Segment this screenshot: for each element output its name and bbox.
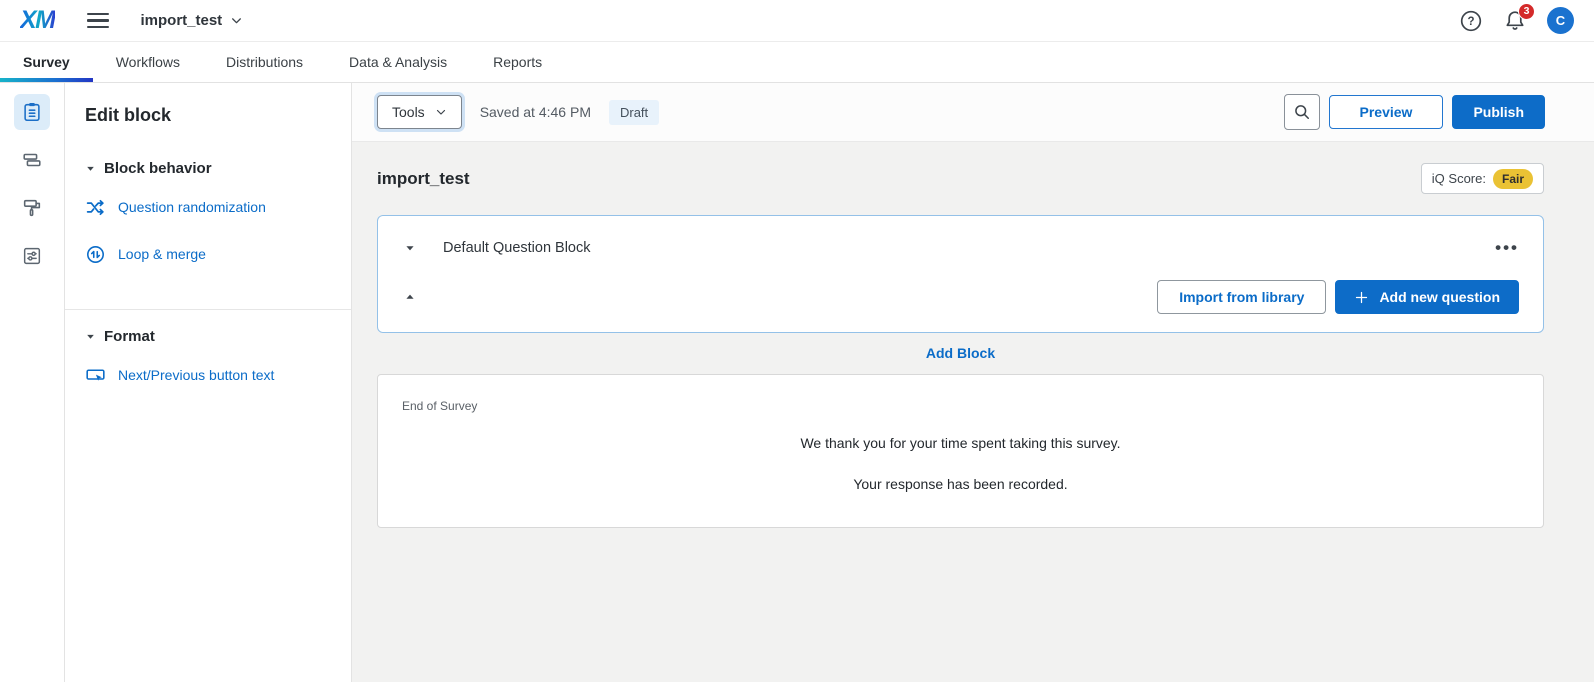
tools-label: Tools (392, 104, 425, 120)
rail-item-blocks[interactable] (14, 142, 50, 178)
status-badge: Draft (609, 100, 659, 125)
end-of-survey-message-1: We thank you for your time spent taking … (402, 435, 1519, 451)
add-new-question-button[interactable]: Add new question (1335, 280, 1519, 314)
sidebar-title: Edit block (65, 105, 351, 126)
app-header: XM import_test ? 3 C (0, 0, 1594, 42)
button-text-icon (85, 365, 106, 386)
survey-content: import_test iQ Score: Fair Default Quest… (352, 142, 1594, 528)
iq-score-label: iQ Score: (1432, 171, 1486, 186)
survey-name-dropdown[interactable]: import_test (141, 12, 244, 29)
caret-up-icon (404, 291, 416, 303)
preview-button[interactable]: Preview (1329, 95, 1444, 129)
tab-data-analysis[interactable]: Data & Analysis (326, 42, 470, 82)
help-button[interactable]: ? (1459, 9, 1483, 33)
tools-dropdown[interactable]: Tools (377, 95, 462, 129)
search-button[interactable] (1284, 94, 1320, 130)
end-of-survey-card[interactable]: End of Survey We thank you for your time… (377, 374, 1544, 528)
collapse-block-button[interactable] (404, 242, 416, 254)
link-next-previous-button-text[interactable]: Next/Previous button text (85, 365, 331, 386)
notifications-button[interactable]: 3 (1503, 9, 1527, 33)
section-header-format[interactable]: Format (85, 328, 331, 345)
rail-item-survey-options[interactable] (14, 238, 50, 274)
paint-roller-icon (21, 197, 43, 219)
publish-button[interactable]: Publish (1452, 95, 1545, 129)
link-question-randomization[interactable]: Question randomization (85, 197, 331, 218)
section-block-behavior: Block behavior Question randomization Lo… (65, 160, 351, 297)
editor-toolbar: Tools Saved at 4:46 PM Draft Preview Pub… (352, 83, 1594, 142)
plus-icon (1354, 290, 1369, 305)
iq-score-badge: Fair (1493, 169, 1533, 189)
question-block-card: Default Question Block ••• Import from l… (377, 215, 1544, 333)
caret-down-icon (85, 331, 96, 342)
notification-count-badge: 3 (1518, 3, 1535, 20)
blocks-icon (21, 149, 43, 171)
tab-reports[interactable]: Reports (470, 42, 565, 82)
saved-status: Saved at 4:46 PM (480, 104, 591, 120)
end-of-survey-label: End of Survey (402, 399, 1519, 413)
link-label: Next/Previous button text (118, 367, 274, 384)
clipboard-icon (21, 101, 43, 123)
xm-logo[interactable]: XM (20, 6, 55, 35)
search-icon (1292, 102, 1312, 122)
chevron-down-icon (435, 106, 447, 118)
caret-down-icon (404, 242, 416, 254)
block-options-menu[interactable]: ••• (1495, 243, 1519, 253)
left-icon-rail (0, 83, 65, 682)
add-block-link[interactable]: Add Block (926, 345, 995, 361)
survey-name-label: import_test (141, 12, 223, 29)
rail-item-survey-builder[interactable] (14, 94, 50, 130)
main-canvas: Tools Saved at 4:46 PM Draft Preview Pub… (352, 83, 1594, 682)
section-format: Format Next/Previous button text (65, 309, 351, 418)
block-title[interactable]: Default Question Block (443, 240, 591, 256)
help-icon: ? (1459, 9, 1483, 33)
svg-text:?: ? (1467, 16, 1474, 28)
user-avatar[interactable]: C (1547, 7, 1574, 34)
import-from-library-button[interactable]: Import from library (1157, 280, 1326, 314)
edit-block-sidebar: Edit block Block behavior Question rando… (65, 83, 352, 682)
collapse-questions-button[interactable] (404, 291, 416, 303)
caret-down-icon (85, 163, 96, 174)
primary-nav: Survey Workflows Distributions Data & An… (0, 42, 1594, 83)
chevron-down-icon (230, 14, 243, 27)
tab-survey[interactable]: Survey (0, 42, 93, 82)
tab-distributions[interactable]: Distributions (203, 42, 326, 82)
section-title: Block behavior (104, 160, 212, 177)
loop-icon (85, 244, 106, 265)
link-label: Loop & merge (118, 246, 206, 263)
tab-workflows[interactable]: Workflows (93, 42, 203, 82)
end-of-survey-message-2: Your response has been recorded. (402, 476, 1519, 492)
section-header-block-behavior[interactable]: Block behavior (85, 160, 331, 177)
section-title: Format (104, 328, 155, 345)
page-title: import_test (377, 169, 470, 189)
add-new-question-label: Add new question (1379, 289, 1500, 305)
hamburger-menu-icon[interactable] (87, 9, 111, 33)
sliders-icon (21, 245, 43, 267)
rail-item-look-and-feel[interactable] (14, 190, 50, 226)
shuffle-icon (85, 197, 106, 218)
iq-score-widget[interactable]: iQ Score: Fair (1421, 163, 1544, 194)
link-loop-merge[interactable]: Loop & merge (85, 244, 331, 265)
link-label: Question randomization (118, 199, 266, 216)
